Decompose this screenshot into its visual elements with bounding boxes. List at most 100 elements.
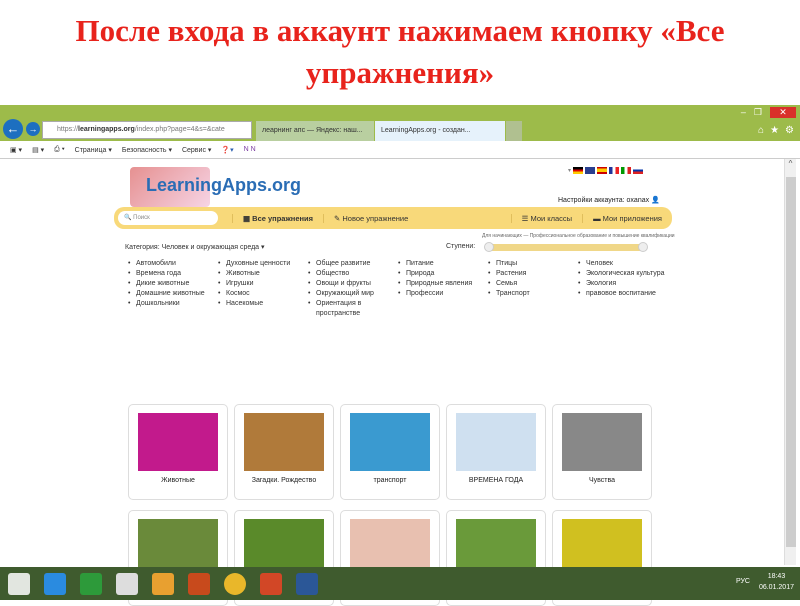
- app-card[interactable]: ВРЕМЕНА ГОДА: [446, 404, 546, 500]
- app-title: Животные: [161, 477, 195, 484]
- category-link[interactable]: Космос: [218, 289, 308, 299]
- category-link[interactable]: Насекомые: [218, 299, 308, 309]
- my-apps-button[interactable]: ▬ Мои приложения: [582, 213, 672, 223]
- category-link[interactable]: Овощи и фрукты: [308, 279, 398, 289]
- powerpoint-icon[interactable]: [260, 572, 282, 595]
- category-link[interactable]: правовое воспитание: [578, 289, 668, 299]
- home-icon[interactable]: ⌂: [758, 125, 764, 136]
- page-content: LearningApps.org ▾ Настройки аккаунта: o…: [0, 159, 800, 606]
- store-icon[interactable]: [80, 572, 102, 595]
- menu-tools[interactable]: Сервис ▾: [182, 146, 211, 154]
- category-link[interactable]: Игрушки: [218, 279, 308, 289]
- category-link[interactable]: Растения: [488, 269, 578, 279]
- app-icon[interactable]: [152, 572, 174, 595]
- dropdown-icon[interactable]: ▾: [568, 167, 571, 174]
- close-button[interactable]: ✕: [770, 107, 796, 118]
- new-exercise-button[interactable]: ✎ Новое упражнение: [323, 213, 418, 223]
- category-link[interactable]: Человек: [578, 259, 668, 269]
- category-link[interactable]: Времена года: [128, 269, 218, 279]
- account-settings[interactable]: Настройки аккаунта: oxanax 👤: [558, 196, 660, 204]
- category-link[interactable]: Ориентация в пространстве: [308, 299, 398, 319]
- category-link[interactable]: Птицы: [488, 259, 578, 269]
- word-icon[interactable]: [296, 572, 318, 595]
- tab-learningapps[interactable]: LearningApps.org - создан...: [375, 121, 505, 141]
- chrome-icon[interactable]: [224, 572, 246, 595]
- flag-fr[interactable]: [609, 167, 620, 174]
- app-thumbnail: [456, 413, 536, 471]
- slider-handle-min[interactable]: [484, 242, 494, 252]
- scroll-thumb[interactable]: [786, 177, 796, 547]
- category-link[interactable]: Общество: [308, 269, 398, 279]
- media-icon[interactable]: [188, 572, 210, 595]
- window-controls: ‒ ❐ ✕: [741, 107, 796, 118]
- app-card[interactable]: Чувства: [552, 404, 652, 500]
- category-link[interactable]: Домашние животные: [128, 289, 218, 299]
- browser-chrome: ‒ ❐ ✕ ← → https://learningapps.org/index.p…: [0, 105, 800, 141]
- start-icon[interactable]: [8, 572, 30, 595]
- app-card[interactable]: Загадки. Рождество: [234, 404, 334, 500]
- category-link[interactable]: Экология: [578, 279, 668, 289]
- category-link[interactable]: Питание: [398, 259, 488, 269]
- category-link[interactable]: Семья: [488, 279, 578, 289]
- flag-de[interactable]: [573, 167, 584, 174]
- category-link[interactable]: Транспорт: [488, 289, 578, 299]
- flag-ru[interactable]: [633, 167, 644, 174]
- category-link[interactable]: Автомобили: [128, 259, 218, 269]
- flag-es[interactable]: [597, 167, 608, 174]
- search-input[interactable]: 🔍 Поиск: [118, 211, 218, 225]
- slide-title: После входа в аккаунт нажимаем кнопку «В…: [75, 13, 725, 90]
- print-icon[interactable]: ⎙ ▾: [54, 146, 65, 154]
- home-app-icon[interactable]: [116, 572, 138, 595]
- category-link[interactable]: Духовные ценности: [218, 259, 308, 269]
- address-bar[interactable]: https://learningapps.org/index.php?page=…: [42, 121, 252, 139]
- flag-uk[interactable]: [585, 167, 596, 174]
- ie-icon[interactable]: [44, 572, 66, 595]
- category-link[interactable]: Дикие животные: [128, 279, 218, 289]
- category-link[interactable]: Дошкольники: [128, 299, 218, 309]
- level-slider[interactable]: [484, 242, 648, 252]
- forward-button[interactable]: →: [26, 122, 40, 136]
- category-link[interactable]: Природа: [398, 269, 488, 279]
- category-link[interactable]: Природные явления: [398, 279, 488, 289]
- category-column: Общее развитиеОбществоОвощи и фруктыОкру…: [308, 259, 398, 319]
- category-link[interactable]: Профессии: [398, 289, 488, 299]
- star-icon[interactable]: ★: [770, 125, 779, 136]
- category-link[interactable]: Животные: [218, 269, 308, 279]
- scrollbar[interactable]: ^: [784, 159, 796, 565]
- all-exercises-button[interactable]: ▦ Все упражнения: [232, 213, 323, 223]
- category-column: ПтицыРастенияСемьяТранспорт: [488, 259, 578, 319]
- site-logo[interactable]: LearningApps.org: [146, 175, 301, 196]
- category-select[interactable]: Категория: Человек и окружающая среда ▾: [125, 243, 265, 251]
- category-link[interactable]: Экологическая культура: [578, 269, 668, 279]
- menu-page[interactable]: Страница ▾: [75, 146, 112, 154]
- minimize-button[interactable]: ‒: [741, 107, 746, 118]
- onenote-icon[interactable]: N N: [244, 146, 256, 153]
- language-flags: ▾: [568, 167, 644, 174]
- app-thumbnail: [138, 413, 218, 471]
- home-menu-icon[interactable]: ▣ ▾: [10, 146, 22, 154]
- new-tab-button[interactable]: [506, 121, 522, 141]
- flag-it[interactable]: [621, 167, 632, 174]
- language-indicator[interactable]: РУС: [736, 578, 750, 585]
- url-domain: learningapps.org: [78, 126, 135, 133]
- category-link[interactable]: Окружающий мир: [308, 289, 398, 299]
- scroll-up-icon[interactable]: ^: [785, 159, 796, 168]
- command-bar: ▣ ▾ ▤ ▾ ⎙ ▾ Страница ▾ Безопасность ▾ Се…: [0, 141, 800, 159]
- taskbar: РУС 18:43 06.01.2017: [0, 567, 800, 600]
- clock[interactable]: 18:43 06.01.2017: [759, 571, 794, 593]
- app-card[interactable]: транспорт: [340, 404, 440, 500]
- feeds-icon[interactable]: ▤ ▾: [32, 146, 44, 154]
- app-card[interactable]: Животные: [128, 404, 228, 500]
- my-classes-button[interactable]: ☰ Мои классы: [510, 213, 582, 223]
- category-link[interactable]: Общее развитие: [308, 259, 398, 269]
- app-title: Загадки. Рождество: [251, 477, 317, 484]
- slider-handle-max[interactable]: [638, 242, 648, 252]
- maximize-button[interactable]: ❐: [754, 107, 762, 118]
- app-title: ВРЕМЕНА ГОДА: [468, 477, 524, 484]
- back-button[interactable]: ←: [3, 119, 23, 139]
- tab-yandex[interactable]: леарнинг апс — Яндекс: наш...: [256, 121, 374, 141]
- gear-icon[interactable]: ⚙: [785, 125, 794, 136]
- account-label: Настройки аккаунта: oxanax: [558, 197, 650, 204]
- menu-security[interactable]: Безопасность ▾: [122, 146, 172, 154]
- help-icon[interactable]: ❓▾: [221, 146, 233, 154]
